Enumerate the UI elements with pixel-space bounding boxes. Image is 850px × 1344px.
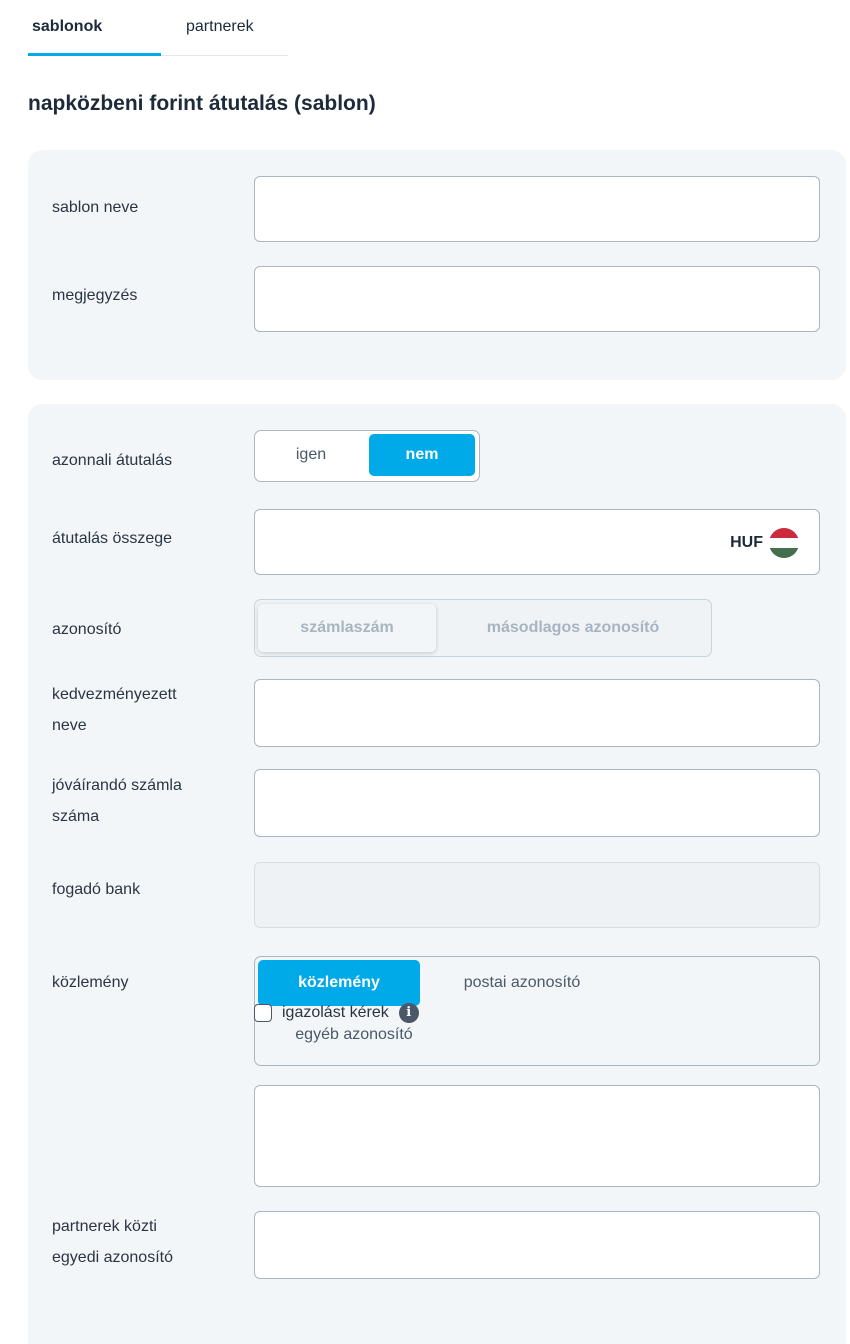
instant-transfer-toggle: igen nem [254, 430, 480, 482]
receiving-bank-label: fogadó bank [52, 881, 141, 898]
remittance-text-input[interactable] [254, 1085, 820, 1187]
partner-id-label-line1: partnerek közti [52, 1218, 157, 1235]
beneficiary-name-label-line2: neve [52, 717, 87, 734]
amount-label: átutalás összege [52, 530, 173, 547]
remittance-option-postal-id[interactable]: postai azonosító [437, 960, 607, 1006]
account-number-label-line2: száma [52, 808, 100, 825]
partner-unique-id-input[interactable] [254, 1211, 820, 1279]
confirmation-label: igazolást kérek [282, 1004, 389, 1021]
identifier-secondary-option[interactable]: másodlagos azonosító [441, 604, 705, 652]
partner-id-label-line2: egyedi azonosító [52, 1249, 173, 1266]
template-details-card: sablon neve megjegyzés [28, 150, 846, 380]
instant-no-option[interactable]: nem [369, 434, 475, 476]
remittance-option-kozlemeny[interactable]: közlemény [258, 960, 420, 1006]
tab-partnerek[interactable]: partnerek [186, 18, 254, 36]
account-number-input[interactable] [254, 769, 820, 837]
identifier-label-text: azonosító [52, 621, 122, 638]
currency-selector[interactable]: HUF [730, 528, 799, 558]
instant-yes-option[interactable]: igen [258, 434, 364, 476]
identifier-toggle: számlaszám másodlagos azonosító [254, 599, 712, 657]
template-name-input[interactable] [254, 176, 820, 242]
amount-input[interactable]: HUF [254, 509, 820, 575]
account-number-label-line1: jóváírandó számla [52, 777, 182, 794]
tab-bar: sablonok partnerek [28, 0, 288, 56]
info-icon[interactable]: i [398, 1003, 419, 1023]
receiving-bank-field [254, 862, 820, 928]
note-label: megjegyzés [52, 287, 138, 304]
template-name-label: sablon neve [52, 199, 139, 216]
note-input[interactable] [254, 266, 820, 332]
currency-code: HUF [730, 534, 763, 551]
confirmation-row: igazolást kérek i [254, 1003, 419, 1023]
transfer-details-card: azonnali átutalás igen nem átutalás össz… [28, 404, 846, 1344]
instant-transfer-label: azonnali átutalás [52, 452, 173, 469]
remittance-label: közlemény [52, 974, 129, 991]
active-tab-indicator [28, 53, 161, 56]
page-title: napközbeni forint átutalás (sablon) [28, 92, 376, 115]
tab-sablonok[interactable]: sablonok [32, 18, 102, 36]
confirmation-checkbox[interactable] [254, 1004, 272, 1022]
identifier-account-number-option[interactable]: számlaszám [258, 604, 436, 652]
beneficiary-name-label-line1: kedvezményezett [52, 686, 177, 703]
beneficiary-name-input[interactable] [254, 679, 820, 747]
hungarian-flag-icon [769, 528, 799, 558]
